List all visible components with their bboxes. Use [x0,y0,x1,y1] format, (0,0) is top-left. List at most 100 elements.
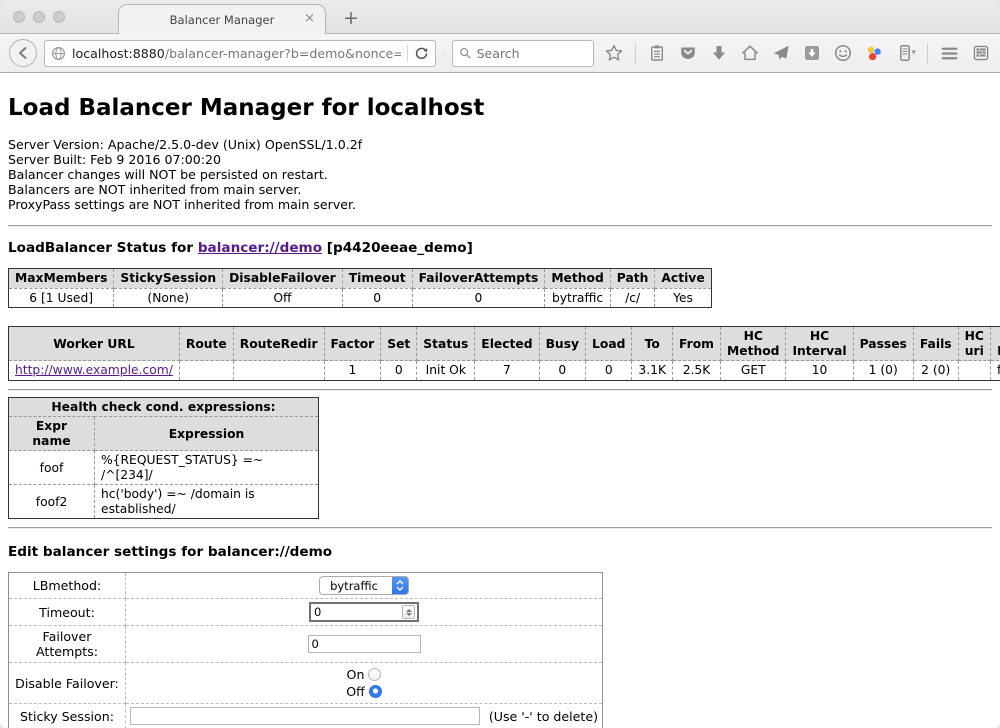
form-row-timeout: Timeout: [9,599,603,626]
form-row-failover-attempts: Failover Attempts: [9,626,603,663]
edit-settings-heading: Edit balancer settings for balancer://de… [8,544,992,560]
window-controls [13,11,65,23]
cell-method: bytraffic [545,288,610,308]
notice-line: Balancer changes will NOT be persisted o… [8,167,992,182]
sticky-session-hint: (Use '-' to delete) [489,709,598,724]
page-title: Load Balancer Manager for localhost [8,73,992,121]
window-close-button[interactable] [13,11,25,23]
table-header-row: Expr name Expression [9,417,319,451]
save-box-icon[interactable] [802,43,822,63]
column-header: Status [417,327,475,361]
url-bar[interactable]: localhost:8880/balancer-manager?b=demo&n… [44,40,436,67]
failover-attempts-input[interactable] [308,635,421,653]
number-spinner-icon[interactable] [402,605,415,619]
column-header: Factor [324,327,381,361]
table-header-row: Worker URL Route RouteRedir Factor Set S… [9,327,1000,361]
column-header: HC Expr [990,327,1000,361]
clipboard-icon[interactable] [647,43,667,63]
cell-path: /c/ [610,288,655,308]
column-header: Expr name [9,417,95,451]
cell-expression: hc('body') =~ /domain is established/ [95,485,319,519]
balancer-demo-link[interactable]: balancer://demo [198,240,322,256]
disable-failover-off-radio[interactable] [369,685,382,698]
column-header: DisableFailover [223,269,343,289]
column-header: Expression [95,417,319,451]
sticky-session-label: Sticky Session: [9,704,126,728]
server-built-line: Server Built: Feb 9 2016 07:00:20 [8,152,992,167]
home-icon[interactable] [740,43,760,63]
timeout-label: Timeout: [9,599,126,626]
column-header: HC Method [721,327,786,361]
table-caption-row: Health check cond. expressions: [9,397,319,417]
balancer-status-heading: LoadBalancer Status for balancer://demo … [8,240,992,256]
tab-bar: Balancer Manager × + [0,0,1000,34]
back-button[interactable] [9,39,37,67]
worker-url-link[interactable]: http://www.example.com/ [15,363,173,377]
column-header: Elected [475,327,539,361]
search-input[interactable] [477,46,588,61]
worker-status-table: Worker URL Route RouteRedir Factor Set S… [8,326,1000,381]
column-header: Set [381,327,417,361]
tiles-extension-icon[interactable] [971,43,991,63]
colored-dots-extension-icon[interactable] [864,43,884,63]
window-zoom-button[interactable] [53,11,65,23]
edit-balancer-form: LBmethod: bytraffic Timeout: [8,572,603,728]
send-plane-icon[interactable] [771,43,791,63]
reload-icon[interactable] [414,46,429,61]
select-stepper-icon [392,576,408,595]
server-info: Server Version: Apache/2.5.0-dev (Unix) … [8,137,992,212]
container-menu[interactable]: ▾ [895,43,916,63]
toolbar-icons: ▾ [604,43,991,64]
cell-active: Yes [655,288,711,308]
sticky-session-input[interactable] [130,707,480,725]
lbmethod-selected-value: bytraffic [320,579,392,593]
notice-line: ProxyPass settings are NOT inherited fro… [8,197,992,212]
cell-failoverattempts: 0 [412,288,545,308]
health-check-table: Health check cond. expressions: Expr nam… [8,397,319,520]
navigation-toolbar: localhost:8880/balancer-manager?b=demo&n… [0,34,1000,73]
timeout-input[interactable] [311,605,402,619]
bookmark-star-icon[interactable] [604,43,624,63]
form-row-sticky-session: Sticky Session: (Use '-' to delete) [9,704,603,728]
pocket-icon[interactable] [678,43,698,63]
url-text[interactable]: localhost:8880/balancer-manager?b=demo&n… [72,46,401,61]
block-content-icon[interactable] [443,43,445,64]
tab-close-icon[interactable]: × [304,12,315,26]
search-bar[interactable] [452,40,594,67]
downloads-icon[interactable] [709,43,729,63]
cell-passes: 1 (0) [853,361,913,381]
section-divider [8,527,992,529]
tab-title: Balancer Manager [170,13,275,27]
table-row: foof2 hc('body') =~ /domain is establish… [9,485,319,519]
column-header: Method [545,269,610,289]
feedback-smiley-icon[interactable] [833,43,853,63]
cell-disablefailover: Off [223,288,343,308]
table-row: foof %{REQUEST_STATUS} =~ /^[234]/ [9,451,319,485]
column-header: FailoverAttempts [412,269,545,289]
column-header: Fails [913,327,958,361]
tab-balancer-manager[interactable]: Balancer Manager × [118,4,326,34]
cell-maxmembers: 6 [1 Used] [9,288,114,308]
column-header: Passes [853,327,913,361]
disable-failover-on-radio[interactable] [368,668,381,681]
globe-icon [51,46,66,61]
table-row: 6 [1 Used] (None) Off 0 0 bytraffic /c/ … [9,288,712,308]
cell-hc-uri [958,361,990,381]
window-minimize-button[interactable] [33,11,45,23]
toolbar-separator [927,43,928,64]
urlbar-divider [407,45,408,62]
column-header: StickySession [114,269,223,289]
toolbar-separator [635,43,636,64]
column-header: HC Interval [786,327,853,361]
new-tab-button[interactable]: + [338,7,364,29]
timeout-field-wrap [309,602,419,622]
lbmethod-label: LBmethod: [9,573,126,599]
lbmethod-select[interactable]: bytraffic [319,576,409,595]
column-header: MaxMembers [9,269,114,289]
disable-failover-label: Disable Failover: [9,663,126,704]
column-header: From [673,327,721,361]
cell-expr-name: foof2 [9,485,95,519]
back-arrow-icon [15,45,31,61]
menu-hamburger-icon[interactable] [939,43,960,64]
search-icon [459,46,471,60]
